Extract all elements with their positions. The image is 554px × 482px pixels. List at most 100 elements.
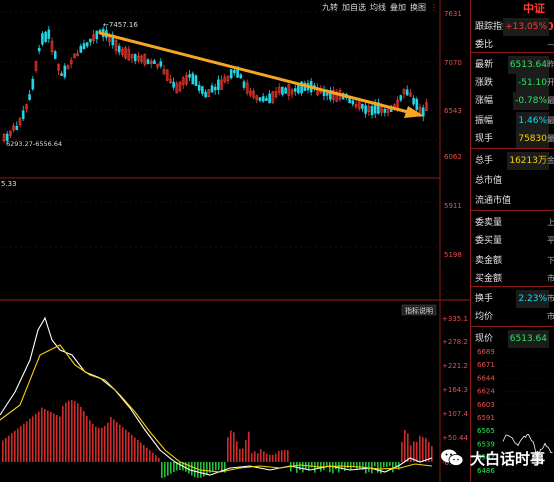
macd-bar — [395, 462, 397, 467]
toolbar-jiuzhuan-button[interactable]: 九转 — [322, 1, 338, 15]
macd-bar — [146, 447, 148, 462]
watermark-text: 大白话时事 — [470, 449, 546, 468]
quote-row: 均价 市 — [471, 308, 554, 326]
macd-bar — [125, 429, 127, 462]
quote-row: 最新 6513.64 昨 — [471, 56, 554, 74]
quote-row-value: 1.46% — [516, 112, 549, 130]
candle-body — [146, 59, 150, 65]
macd-histogram — [2, 400, 433, 478]
macd-bar — [80, 406, 82, 462]
quote-row: 委卖量 上 — [471, 214, 554, 232]
macd-bar — [143, 445, 145, 462]
kline-chart-area[interactable]: 7631 7070 6543 6062 5911 5198 +335.1 +278.2 +221… — [0, 0, 470, 482]
quote-row-label: 委买量 — [475, 236, 503, 246]
macd-bar — [206, 462, 208, 475]
macd-bar — [92, 424, 94, 462]
candle-body — [351, 100, 355, 105]
macd-bar — [245, 440, 247, 462]
macd-bar — [68, 400, 70, 462]
quote-row-label: 最新 — [475, 60, 494, 70]
candle-body — [370, 106, 374, 116]
quote-row: 流通市值 — [471, 192, 554, 210]
quote-row-suffix: 量 — [547, 134, 554, 143]
macd-tick-label: +50.44 — [442, 434, 468, 442]
macd-bar — [77, 403, 79, 462]
quote-row-suffix: 市 — [547, 294, 554, 303]
candle-body — [15, 125, 19, 131]
price-tick-label: 5198 — [444, 251, 462, 259]
macd-bar — [20, 426, 22, 462]
quote-row: 总市值 — [471, 172, 554, 190]
candle-body — [233, 70, 236, 74]
candle-body — [213, 86, 217, 91]
quote-row: 总手 16213万金 — [471, 152, 554, 170]
macd-bar — [155, 455, 157, 462]
toolbar-ma-button[interactable]: 均线 — [370, 1, 386, 15]
macd-bar — [179, 462, 181, 471]
macd-bar — [38, 411, 40, 462]
quote-row-suffix: 开 — [547, 78, 554, 87]
candle-body — [82, 43, 86, 50]
candle-body — [412, 98, 415, 105]
panel-separator — [471, 326, 554, 327]
quote-row-label: 涨幅 — [475, 96, 494, 106]
candle-body — [188, 74, 191, 78]
candle-body — [229, 69, 233, 79]
macd-bar — [164, 462, 166, 478]
macd-bar — [74, 400, 76, 462]
candle-body — [258, 97, 262, 101]
macd-bar — [197, 462, 199, 478]
candle-body — [191, 73, 195, 85]
macd-bar — [263, 451, 265, 462]
macd-bar — [71, 400, 73, 462]
macd-bar — [275, 453, 277, 462]
macd-bar — [5, 438, 7, 462]
macd-bar — [233, 432, 235, 462]
macd-bar — [392, 462, 394, 473]
wechat-icon — [440, 448, 464, 468]
toolbar-add-favorite-button[interactable]: 加自选 — [342, 1, 366, 15]
quote-row-suffix: 下 — [547, 256, 554, 265]
macd-bar — [359, 462, 361, 470]
macd-bar — [254, 451, 256, 462]
quote-row: 现手 75830 量 — [471, 130, 554, 148]
toolbar-switch-chart-button[interactable]: 换图 — [410, 1, 426, 15]
more-menu-icon[interactable]: ⋮ — [430, 1, 438, 15]
candle-body — [405, 89, 409, 96]
candle-body — [21, 110, 25, 120]
candle-body — [261, 96, 265, 102]
watermark: 大白话时事 — [440, 444, 554, 472]
macd-bar — [95, 426, 97, 462]
macd-bar — [158, 457, 160, 462]
candle-body — [117, 45, 121, 53]
macd-bar — [212, 462, 214, 472]
macd-tick-label: +221.2 — [442, 362, 468, 370]
price-tick-label: 5911 — [444, 202, 462, 210]
quote-row-value: -51.10 — [515, 74, 549, 92]
mini-tick-label: 6689 — [477, 348, 495, 356]
toolbar-overlay-button[interactable]: 叠加 — [390, 1, 406, 15]
candle-body — [79, 45, 83, 53]
macd-bar — [170, 462, 172, 474]
macd-bar — [227, 437, 229, 462]
quote-row-suffix: 最 — [547, 96, 554, 105]
macd-bar — [239, 449, 241, 462]
macd-bar — [287, 450, 289, 462]
macd-bar — [29, 418, 31, 462]
candle-body — [133, 54, 137, 62]
candle-body — [41, 33, 44, 45]
index-title: 中证1000 — [523, 2, 554, 33]
candle-body — [153, 60, 156, 65]
dif-line — [0, 316, 433, 476]
macd-bar — [149, 450, 151, 462]
candle-body — [293, 88, 297, 92]
quote-row: 涨幅 -0.78% 最 — [471, 92, 554, 110]
candle-body — [60, 73, 63, 76]
quote-row-label: 总手 — [475, 156, 494, 166]
macd-bar — [173, 462, 175, 472]
candle-body — [364, 105, 367, 114]
macd-bar — [335, 462, 337, 470]
candle-body — [53, 51, 57, 59]
macd-bar — [116, 422, 118, 462]
candle-body — [361, 103, 364, 109]
